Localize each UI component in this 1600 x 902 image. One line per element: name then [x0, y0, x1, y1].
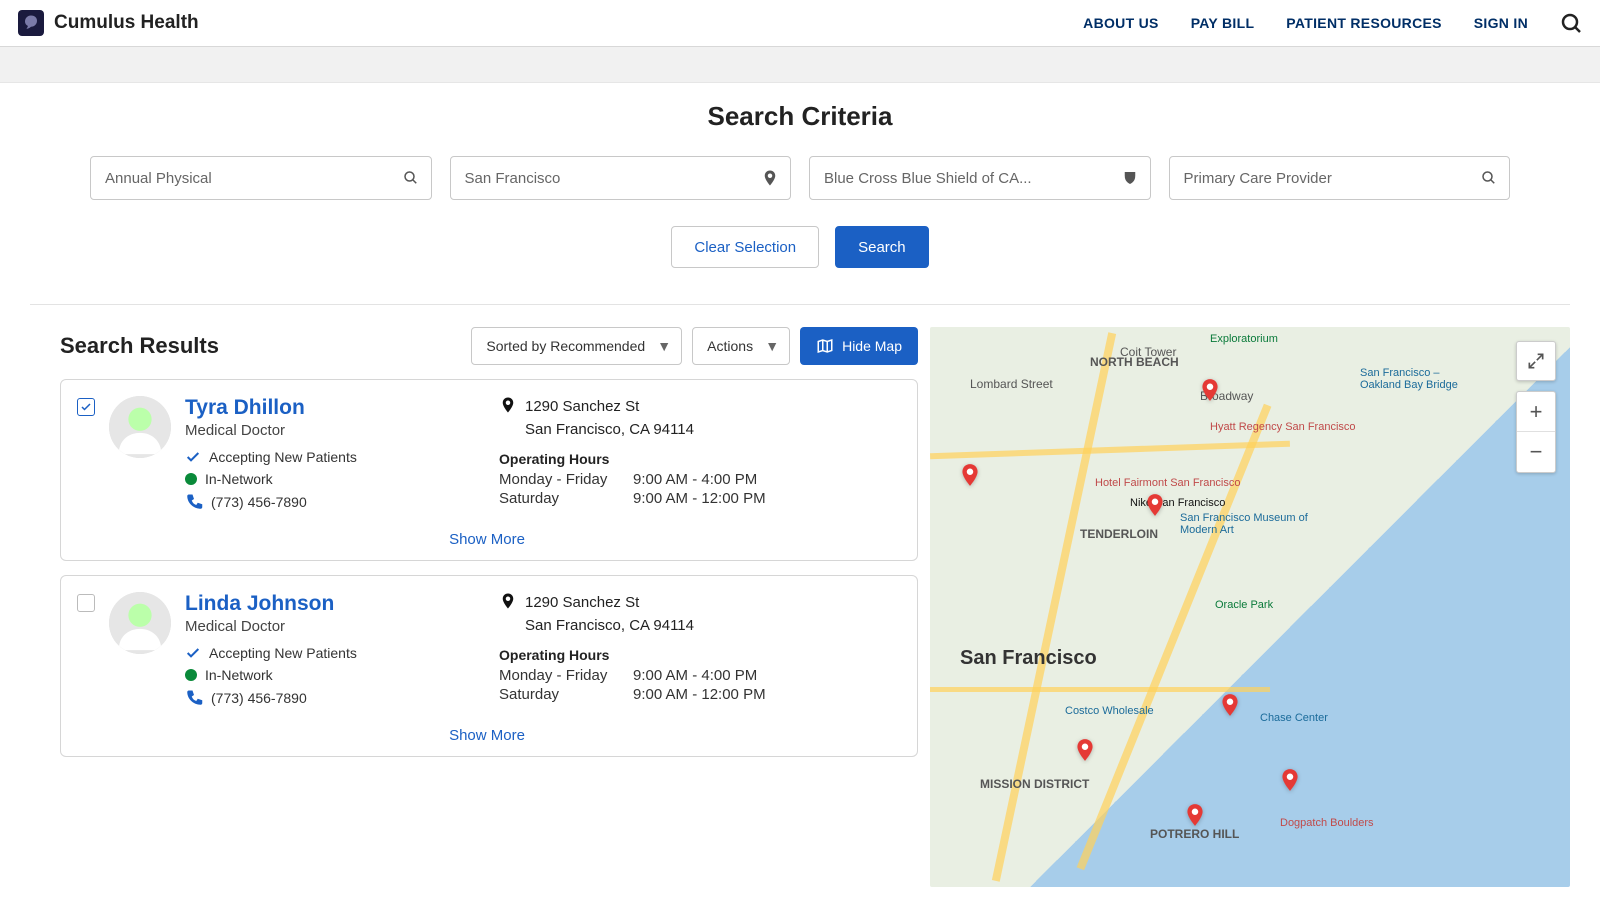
location-pin-icon [761, 169, 779, 187]
map-poi-exploratorium: Exploratorium [1210, 333, 1278, 345]
map-tenderloin-label: TENDERLOIN [1080, 527, 1158, 541]
map-lombard-label: Lombard Street [970, 377, 1053, 391]
field-insurance [809, 156, 1151, 200]
status-dot-icon [185, 669, 197, 681]
check-icon [185, 449, 201, 465]
field-location [450, 156, 792, 200]
nav-paybill[interactable]: PAY BILL [1191, 15, 1255, 31]
field-service [90, 156, 432, 200]
app-header: Cumulus Health ABOUT US PAY BILL PATIENT… [0, 0, 1600, 47]
network-status: In-Network [185, 667, 485, 683]
provider-name-link[interactable]: Linda Johnson [185, 592, 485, 616]
map-pin[interactable] [1072, 733, 1098, 767]
brand-name: Cumulus Health [54, 12, 199, 34]
phone-icon [185, 493, 203, 511]
clear-selection-button[interactable]: Clear Selection [671, 226, 819, 268]
hours-heading: Operating Hours [499, 451, 897, 467]
sub-header-bar [0, 47, 1600, 83]
actions-label: Actions [707, 338, 753, 354]
map-expand-control[interactable] [1516, 341, 1556, 381]
map-pin[interactable] [1197, 373, 1223, 407]
actions-dropdown[interactable]: Actions ▼ [692, 327, 790, 365]
provider-avatar [109, 396, 171, 458]
provider-type-input[interactable] [1169, 156, 1511, 200]
provider-name-link[interactable]: Tyra Dhillon [185, 396, 485, 420]
select-provider-checkbox[interactable] [77, 594, 95, 612]
map-pin[interactable] [957, 458, 983, 492]
brand: Cumulus Health [18, 10, 199, 36]
sort-label: Sorted by Recommended [486, 338, 645, 354]
results-title: Search Results [60, 333, 219, 359]
hide-map-button[interactable]: Hide Map [800, 327, 918, 365]
chevron-down-icon: ▼ [765, 338, 779, 354]
search-button[interactable]: Search [835, 226, 929, 268]
hours-row: Saturday9:00 AM - 12:00 PM [499, 686, 897, 703]
location-pin-icon [499, 396, 517, 414]
insurance-input[interactable] [809, 156, 1151, 200]
check-icon [185, 645, 201, 661]
map-poi-chase: Chase Center [1260, 712, 1328, 724]
provider-address: 1290 Sanchez StSan Francisco, CA 94114 [525, 592, 694, 637]
results-column: Search Results Sorted by Recommended ▼ A… [60, 327, 918, 887]
accepting-patients-status: Accepting New Patients [185, 449, 485, 465]
field-provider-type [1169, 156, 1511, 200]
hours-heading: Operating Hours [499, 647, 897, 663]
nav-signin[interactable]: SIGN IN [1474, 15, 1528, 31]
nav-about[interactable]: ABOUT US [1083, 15, 1159, 31]
chevron-down-icon: ▼ [657, 338, 671, 354]
map-pin[interactable] [1182, 798, 1208, 832]
show-more-link[interactable]: Show More [77, 531, 897, 548]
search-icon [1480, 169, 1498, 187]
map-poi-baybridge: San Francisco – Oakland Bay Bridge [1360, 367, 1480, 391]
network-status: In-Network [185, 471, 485, 487]
sort-dropdown[interactable]: Sorted by Recommended ▼ [471, 327, 682, 365]
location-input[interactable] [450, 156, 792, 200]
map-mission-label: MISSION DISTRICT [980, 777, 1089, 791]
show-more-link[interactable]: Show More [77, 727, 897, 744]
provider-address: 1290 Sanchez StSan Francisco, CA 94114 [525, 396, 694, 441]
map-poi-hyatt: Hyatt Regency San Francisco [1210, 421, 1356, 433]
status-dot-icon [185, 473, 197, 485]
zoom-in-button[interactable]: + [1517, 392, 1555, 432]
search-icon[interactable] [1560, 12, 1582, 34]
search-criteria-section: Search Criteria Clear Selec [0, 83, 1600, 294]
provider-title: Medical Doctor [185, 618, 485, 635]
criteria-title: Search Criteria [0, 101, 1600, 132]
map-toggle-icon [816, 337, 834, 355]
provider-phone[interactable]: (773) 456-7890 [185, 493, 485, 511]
provider-phone[interactable]: (773) 456-7890 [185, 689, 485, 707]
hours-row: Monday - Friday9:00 AM - 4:00 PM [499, 471, 897, 488]
map-poi-oracle: Oracle Park [1215, 599, 1273, 611]
select-provider-checkbox[interactable] [77, 398, 95, 416]
hours-row: Saturday9:00 AM - 12:00 PM [499, 490, 897, 507]
nav-resources[interactable]: PATIENT RESOURCES [1286, 15, 1441, 31]
hide-map-label: Hide Map [842, 338, 902, 354]
map-city-label: San Francisco [960, 647, 1097, 670]
service-input[interactable] [90, 156, 432, 200]
map-zoom-control: + − [1516, 391, 1556, 473]
provider-card: Tyra Dhillon Medical Doctor Accepting Ne… [60, 379, 918, 561]
shield-icon [1121, 169, 1139, 187]
search-icon [402, 169, 420, 187]
phone-icon [185, 689, 203, 707]
provider-card: Linda Johnson Medical Doctor Accepting N… [60, 575, 918, 757]
map-pin[interactable] [1217, 688, 1243, 722]
map-coit-label: Coit Tower [1120, 345, 1176, 359]
hours-row: Monday - Friday9:00 AM - 4:00 PM [499, 667, 897, 684]
map-poi-costco: Costco Wholesale [1065, 705, 1154, 717]
location-pin-icon [499, 592, 517, 610]
map-poi-dogpatch: Dogpatch Boulders [1280, 817, 1374, 829]
map-pin[interactable] [1277, 763, 1303, 797]
provider-avatar [109, 592, 171, 654]
map[interactable]: San Francisco NORTH BEACH TENDERLOIN MIS… [930, 327, 1570, 887]
map-poi-sfmoma: San Francisco Museum of Modern Art [1180, 512, 1310, 536]
map-pin[interactable] [1142, 488, 1168, 522]
zoom-out-button[interactable]: − [1517, 432, 1555, 472]
provider-title: Medical Doctor [185, 422, 485, 439]
accepting-patients-status: Accepting New Patients [185, 645, 485, 661]
top-nav: ABOUT US PAY BILL PATIENT RESOURCES SIGN… [1083, 12, 1582, 34]
brand-logo-icon [18, 10, 44, 36]
